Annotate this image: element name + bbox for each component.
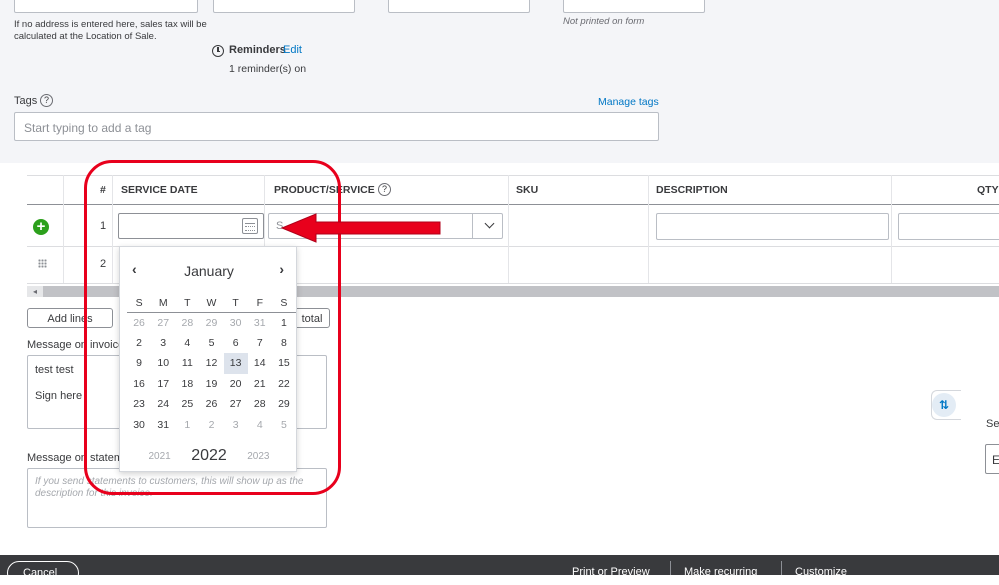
invoice-no-field[interactable] (563, 0, 705, 13)
tags-placeholder: Start typing to add a tag (24, 121, 152, 135)
help-icon[interactable]: ? (40, 94, 53, 107)
footer-bar: Cancel Print or Preview Make recurring C… (0, 555, 999, 585)
annotation-arrow (280, 213, 441, 243)
tags-input[interactable]: Start typing to add a tag (14, 112, 659, 141)
help-icon[interactable]: ? (378, 183, 391, 196)
right-select-value: E (992, 453, 999, 467)
date-field[interactable] (213, 0, 355, 13)
qty-input[interactable] (898, 213, 999, 240)
cancel-button[interactable]: Cancel (7, 561, 79, 585)
not-printed-note: Not printed on form (563, 16, 645, 27)
description-input[interactable] (656, 213, 889, 240)
right-field-label: Se (986, 418, 999, 430)
print-preview-link[interactable]: Print or Preview (572, 566, 650, 578)
chevron-down-icon[interactable] (484, 218, 495, 229)
clock-icon (212, 45, 224, 57)
billing-address-field[interactable] (14, 0, 198, 13)
address-note: If no address is entered here, sales tax… (14, 19, 207, 42)
reminders-label: Reminders (229, 44, 286, 56)
manage-tags-link[interactable]: Manage tags (598, 96, 659, 108)
sort-arrows-icon[interactable]: ⇅ (932, 393, 956, 417)
annotation-highlight (84, 160, 341, 495)
cancel-label: Cancel (23, 567, 58, 579)
tags-label: Tags (14, 95, 38, 107)
column-divider (508, 175, 509, 283)
message-invoice-line-2: Sign here (35, 390, 83, 402)
scroll-left-icon[interactable]: ◂ (27, 286, 43, 297)
right-select[interactable]: E (985, 444, 999, 474)
reminders-status: 1 reminder(s) on (229, 63, 307, 75)
col-header-sku[interactable]: SKU (516, 184, 538, 196)
make-recurring-link[interactable]: Make recurring (684, 566, 757, 578)
message-invoice-line-1: test test (35, 364, 74, 376)
column-divider (891, 175, 892, 283)
due-date-field[interactable] (388, 0, 530, 13)
col-header-description[interactable]: DESCRIPTION (656, 184, 728, 196)
column-divider (63, 175, 64, 283)
reminders-edit-link[interactable]: Edit (283, 44, 302, 56)
add-row-icon[interactable]: + (33, 219, 49, 235)
column-divider (648, 175, 649, 283)
col-header-qty[interactable]: QTY (977, 184, 999, 196)
drag-handle-icon[interactable] (38, 259, 47, 268)
customize-link[interactable]: Customize (795, 566, 847, 578)
